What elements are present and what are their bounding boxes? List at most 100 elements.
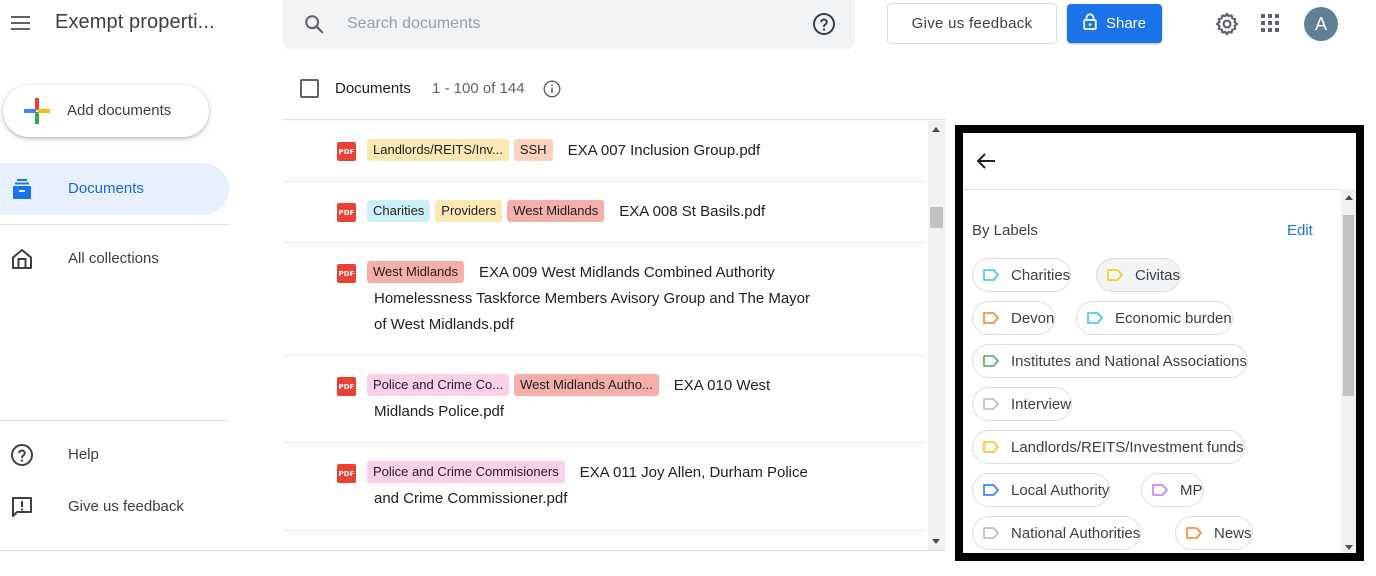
document-title[interactable]: EXA 010 West <box>674 377 770 394</box>
menu-icon[interactable] <box>6 8 36 38</box>
add-documents-button[interactable]: Add documents <box>3 85 209 137</box>
document-title[interactable]: EXA 009 West Midlands Combined Authority <box>479 264 775 281</box>
label-chip[interactable]: West Midlands <box>507 200 605 222</box>
label-filter-text: Charities <box>1011 266 1071 284</box>
label-tag-icon <box>1186 527 1202 539</box>
app-title: Exempt properti... <box>55 11 215 33</box>
label-filter-chip[interactable]: National Authorities <box>972 516 1142 550</box>
page-divider <box>0 550 945 551</box>
document-title-continued[interactable]: Midlands Police.pdf <box>374 403 504 420</box>
label-chip[interactable]: Police and Crime Commisioners <box>367 461 565 483</box>
label-filter-chip[interactable]: Civitas <box>1096 258 1182 292</box>
info-icon[interactable] <box>542 79 561 98</box>
label-filter-chip[interactable]: Local Authority <box>972 473 1111 507</box>
sidebar-item-label: Give us feedback <box>68 498 184 515</box>
share-label: Share <box>1105 15 1147 32</box>
label-chip[interactable]: Landlords/REITS/Inv... <box>367 139 509 161</box>
scrollbar-thumb[interactable] <box>930 207 943 228</box>
labels-panel-scrollbar[interactable] <box>1341 189 1356 553</box>
collections-home-icon <box>10 247 34 271</box>
help-icon <box>10 443 34 467</box>
document-row[interactable]: PDF Police and Crime Co... West Midlands… <box>283 356 926 443</box>
share-button[interactable]: Share <box>1067 4 1162 43</box>
label-chip[interactable]: SSH <box>513 139 553 161</box>
search-bar[interactable] <box>283 0 855 49</box>
panel-divider <box>963 189 1356 190</box>
label-chip[interactable]: Police and Crime Co... <box>367 374 510 396</box>
label-chip[interactable]: West Midlands <box>367 261 465 283</box>
scrollbar-thumb[interactable] <box>1343 215 1354 396</box>
documents-icon <box>10 177 34 201</box>
label-tag-icon <box>983 398 999 410</box>
gear-icon[interactable] <box>1212 9 1242 39</box>
list-divider <box>283 119 945 120</box>
document-title-continued[interactable]: of West Midlands.pdf <box>374 316 514 333</box>
label-chip[interactable]: Charities <box>367 200 431 222</box>
select-all-checkbox[interactable] <box>300 79 319 98</box>
sidebar-item-documents[interactable]: Documents <box>0 163 229 215</box>
label-tag-icon <box>983 355 999 367</box>
scroll-down-arrow-icon[interactable] <box>932 539 940 544</box>
document-row[interactable]: PDF West Midlands EXA 009 West Midlands … <box>283 243 926 356</box>
label-filter-chip[interactable]: News <box>1175 516 1253 550</box>
document-row[interactable]: PDF Charities Providers West Midlands EX… <box>283 182 926 243</box>
label-filter-text: Interview <box>1011 395 1072 413</box>
edit-labels-link[interactable]: Edit <box>1287 222 1313 239</box>
sidebar-item-feedback[interactable]: Give us feedback <box>0 484 229 530</box>
document-title-continued[interactable]: and Crime Commissioner.pdf <box>374 490 567 507</box>
label-tag-icon <box>1152 484 1168 496</box>
label-tag-icon <box>983 484 999 496</box>
scroll-down-arrow-icon[interactable] <box>1345 545 1353 550</box>
label-chip[interactable]: Providers <box>435 200 503 222</box>
label-filter-chip[interactable]: MP <box>1141 473 1204 507</box>
sidebar-divider <box>0 420 229 421</box>
document-title[interactable]: EXA 007 Inclusion Group.pdf <box>568 142 761 159</box>
document-list-scrollbar[interactable] <box>928 121 945 550</box>
sidebar-item-label: All collections <box>68 250 159 267</box>
label-chip[interactable]: West Midlands Autho... <box>514 374 659 396</box>
lock-icon <box>1083 13 1097 34</box>
document-title[interactable]: EXA 011 Joy Allen, Durham Police <box>580 464 808 481</box>
back-arrow-icon[interactable] <box>973 148 999 174</box>
feedback-icon <box>10 495 34 519</box>
label-tag-icon <box>983 312 999 324</box>
label-tag-icon <box>983 269 999 281</box>
label-filter-chip[interactable]: Devon <box>972 301 1056 335</box>
label-filter-chip[interactable]: Landlords/REITS/Investment funds <box>972 430 1245 464</box>
sidebar-item-label: Help <box>68 446 99 463</box>
avatar[interactable]: A <box>1304 7 1338 41</box>
search-input[interactable] <box>345 12 785 36</box>
labels-heading: By Labels <box>972 222 1038 239</box>
documents-count: 1 - 100 of 144 <box>432 80 525 97</box>
label-filter-text: Civitas <box>1135 266 1181 284</box>
help-circle-icon[interactable] <box>811 11 837 37</box>
label-tag-icon <box>983 441 999 453</box>
labels-panel: By Labels Edit Charities Civitas Devon E… <box>955 125 1364 561</box>
label-filter-text: MP <box>1180 481 1203 499</box>
document-title[interactable]: EXA 008 St Basils.pdf <box>619 203 765 220</box>
document-title-continued[interactable]: Homelessness Taskforce Members Avisory G… <box>374 290 810 307</box>
label-filter-chip[interactable]: Charities <box>972 258 1072 292</box>
scroll-up-arrow-icon[interactable] <box>932 127 940 132</box>
label-filter-chip[interactable]: Institutes and National Associations <box>972 344 1248 378</box>
label-filter-text: News <box>1214 524 1252 542</box>
give-feedback-button[interactable]: Give us feedback <box>887 3 1057 44</box>
document-row[interactable]: PDF Landlords/REITS/Inv... SSH EXA 007 I… <box>283 121 926 182</box>
label-filter-chip[interactable]: Interview <box>972 387 1073 421</box>
pdf-file-icon: PDF <box>337 464 356 483</box>
sidebar-item-all-collections[interactable]: All collections <box>0 233 229 285</box>
label-filter-text: National Authorities <box>1011 524 1141 542</box>
label-filter-text: Landlords/REITS/Investment funds <box>1011 438 1244 456</box>
label-tag-icon <box>1107 269 1123 281</box>
document-row[interactable]: PDF Police and Crime Commisioners EXA 01… <box>283 443 926 531</box>
sidebar-item-help[interactable]: Help <box>0 432 229 478</box>
search-icon[interactable] <box>301 11 327 37</box>
page-title: Documents <box>335 80 411 97</box>
pdf-file-icon: PDF <box>337 377 356 396</box>
label-filter-chip[interactable]: Economic burden <box>1076 301 1233 335</box>
add-documents-label: Add documents <box>67 102 172 119</box>
plus-icon <box>23 97 51 125</box>
apps-grid-icon[interactable] <box>1256 9 1284 37</box>
scroll-up-arrow-icon[interactable] <box>1345 195 1353 200</box>
label-filter-text: Economic burden <box>1115 309 1232 327</box>
